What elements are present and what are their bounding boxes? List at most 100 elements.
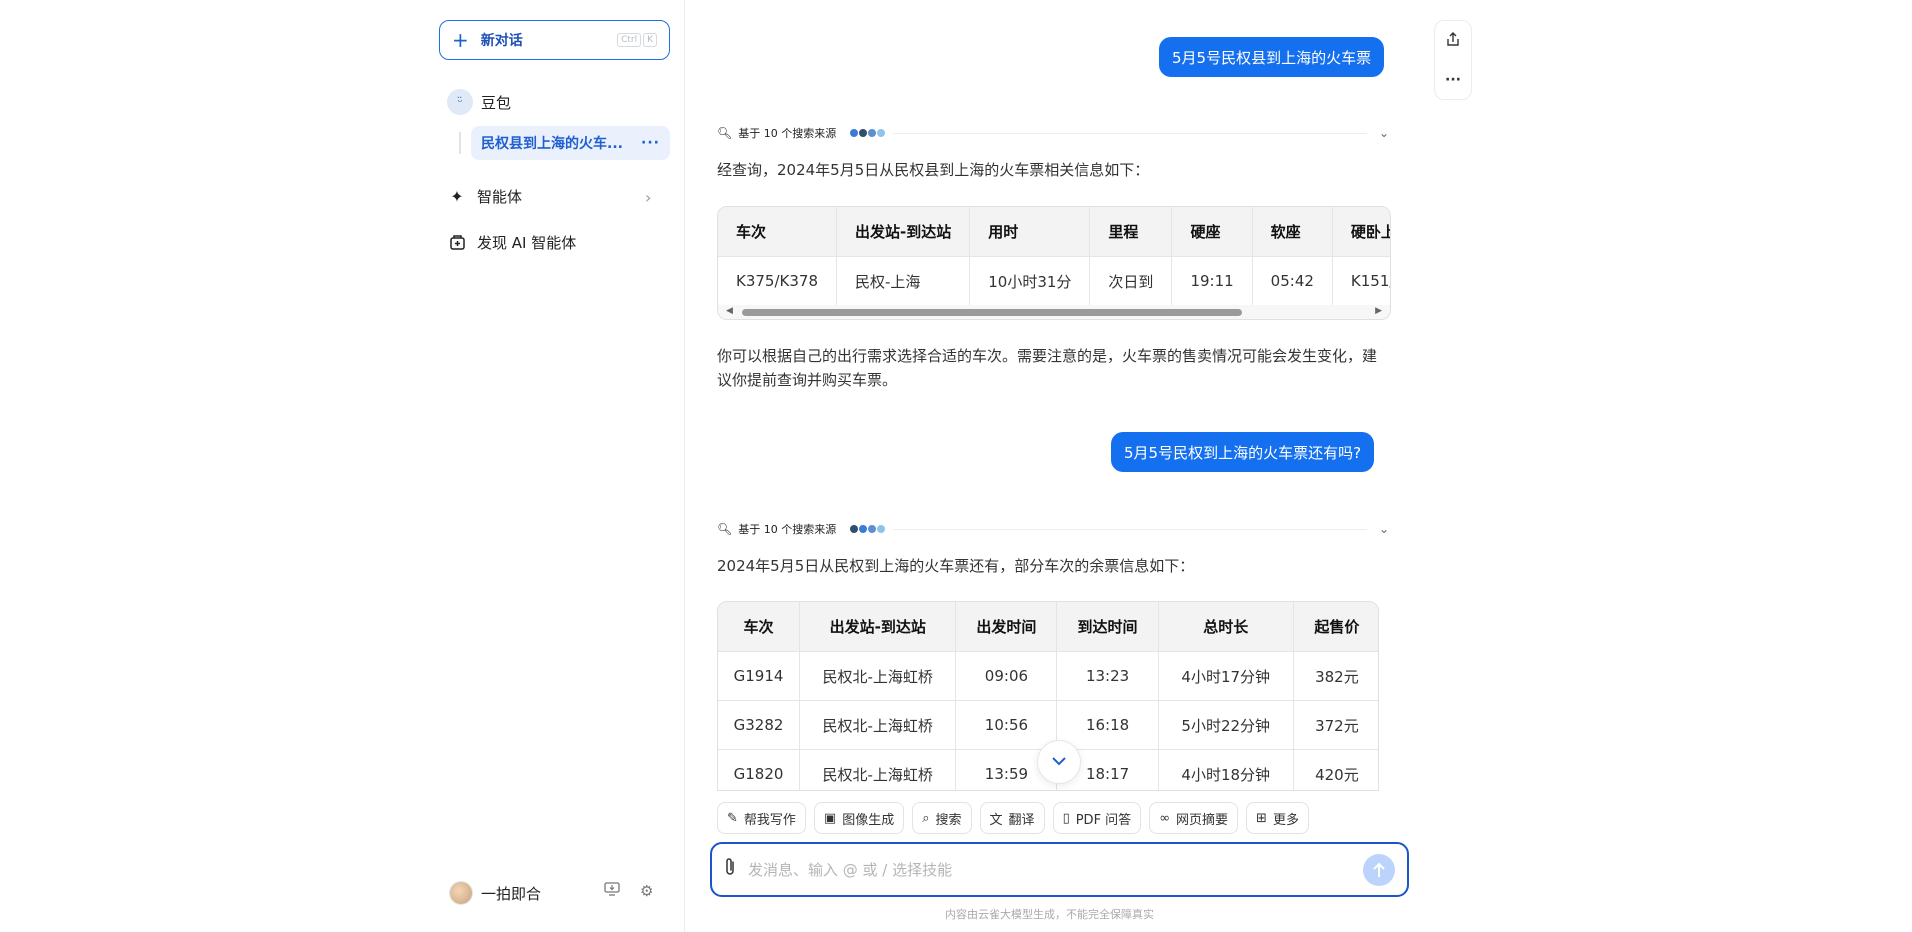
table-cell: 4小时18分钟 xyxy=(1157,749,1294,790)
table-cell: 05:42 xyxy=(1251,256,1333,306)
download-app-icon[interactable] xyxy=(604,882,620,900)
divider xyxy=(893,132,1367,134)
skill-label: 翻译 xyxy=(1008,812,1035,828)
message-input[interactable] xyxy=(748,860,1363,879)
sidebar-item-label: 豆包 xyxy=(481,93,512,112)
skill-translate-button[interactable]: 文 翻译 xyxy=(979,802,1045,834)
search-sources-row-1[interactable]: 🔍︎ 基于 10 个搜索来源 ⌄ xyxy=(717,125,1389,141)
skill-label: 网页摘要 xyxy=(1176,812,1229,828)
shortcut-hint: Ctrl K xyxy=(617,33,657,47)
table-cell: 382元 xyxy=(1292,651,1378,701)
book-icon: ▯ xyxy=(1062,810,1070,826)
user-name: 一拍即合 xyxy=(481,884,542,903)
user-tools: ⚙ xyxy=(604,882,653,900)
link-icon: ∞ xyxy=(1159,810,1171,826)
skill-label: 搜索 xyxy=(935,812,962,828)
table-header-row: 车次 出发站-到达站 出发时间 到达时间 总时长 起售价 xyxy=(718,602,1378,652)
chevron-right-icon: › xyxy=(645,188,652,207)
skill-search-button[interactable]: ⌕ 搜索 xyxy=(912,802,972,834)
table-cell: 13:23 xyxy=(1056,651,1159,701)
search-icon: 🔍︎ xyxy=(717,126,733,140)
table-row: K375/K378 民权-上海 10小时31分 次日到 19:11 05:42 … xyxy=(718,256,1390,306)
settings-gear-icon[interactable]: ⚙ xyxy=(640,882,653,900)
table-header: 出发站-到达站 xyxy=(835,207,971,257)
disclaimer: 内容由云雀大模型生成，不能完全保障真实 xyxy=(945,908,1154,921)
more-options-icon[interactable]: ··· xyxy=(641,135,660,151)
more-icon[interactable]: ··· xyxy=(1445,72,1461,88)
scroll-to-bottom-button[interactable] xyxy=(1037,740,1081,784)
table-cell: 09:06 xyxy=(955,651,1058,701)
skill-pdf-button[interactable]: ▯ PDF 问答 xyxy=(1052,802,1142,834)
doubao-avatar-icon: ᵕ̈ xyxy=(447,89,473,115)
skill-label: 更多 xyxy=(1272,812,1299,828)
chevron-down-icon[interactable]: ⌄ xyxy=(1379,126,1389,140)
sidebar-item-agents[interactable]: ✦ 智能体 xyxy=(447,186,522,207)
table-header: 车次 xyxy=(718,602,801,652)
skill-more-button[interactable]: ⊞ 更多 xyxy=(1246,802,1309,834)
table-header: 起售价 xyxy=(1292,602,1378,652)
table-cell: 民权北-上海虹桥 xyxy=(799,749,957,790)
send-button[interactable] xyxy=(1363,853,1395,886)
table-cell: 420元 xyxy=(1292,749,1378,790)
chevron-down-icon[interactable]: ⌄ xyxy=(1379,522,1389,536)
sidebar-item-label: 发现 AI 智能体 xyxy=(477,234,577,252)
skill-web-summary-button[interactable]: ∞ 网页摘要 xyxy=(1149,802,1239,834)
answer-2-intro: 2024年5月5日从民权到上海的火车票还有，部分车次的余票信息如下： xyxy=(717,557,1195,575)
table-header: 硬卧上 xyxy=(1331,207,1390,257)
source-favicons xyxy=(850,525,886,533)
message-input-box xyxy=(710,842,1409,897)
table-header: 车次 xyxy=(718,207,837,257)
share-icon[interactable] xyxy=(1446,31,1460,51)
shortcut-key-ctrl: Ctrl xyxy=(617,33,642,47)
table-header: 出发站-到达站 xyxy=(799,602,957,652)
thread-line xyxy=(459,132,461,154)
user-profile[interactable]: 一拍即合 xyxy=(449,881,541,905)
translate-icon: 文 xyxy=(989,812,1003,828)
table-cell: 5小时22分钟 xyxy=(1157,700,1294,750)
table-cell: 16:18 xyxy=(1056,700,1159,750)
skill-label: 图像生成 xyxy=(842,812,895,828)
user-avatar xyxy=(449,881,473,905)
sparkle-icon: ✦ xyxy=(450,187,464,206)
chevron-down-icon xyxy=(1052,754,1066,770)
sidebar-item-discover[interactable]: 发现 AI 智能体 xyxy=(447,232,576,253)
table-cell: G1914 xyxy=(718,651,801,701)
source-favicons xyxy=(850,129,886,137)
search-icon: 🔍︎ xyxy=(717,522,733,536)
divider xyxy=(893,528,1367,530)
table-header: 软座 xyxy=(1251,207,1333,257)
sources-label: 基于 10 个搜索来源 xyxy=(738,523,837,536)
scroll-right-icon[interactable]: ▶ xyxy=(1375,306,1382,316)
scrollbar-thumb[interactable] xyxy=(742,309,1242,316)
sidebar-item-label: 智能体 xyxy=(477,188,523,206)
table-cell: 民权-上海 xyxy=(835,256,971,306)
table-header: 用时 xyxy=(969,207,1091,257)
horizontal-scrollbar[interactable]: ◀ ▶ xyxy=(718,305,1390,319)
skills-bar: ✎ 帮我写作 ▣ 图像生成 ⌕ 搜索 文 翻译 ▯ PDF 问答 ∞ 网页摘要 … xyxy=(717,802,1309,834)
table-cell: 10小时31分 xyxy=(969,256,1091,306)
grid-icon: ⊞ xyxy=(1256,810,1267,826)
table-header: 到达时间 xyxy=(1056,602,1159,652)
pencil-icon: ✎ xyxy=(727,810,738,826)
skill-image-button[interactable]: ▣ 图像生成 xyxy=(813,802,905,834)
image-icon: ▣ xyxy=(823,810,837,826)
sidebar-chat-active[interactable]: 民权县到上海的火车... ··· xyxy=(471,126,670,160)
skill-label: PDF 问答 xyxy=(1075,812,1132,828)
table-header: 硬座 xyxy=(1171,207,1253,257)
answer-1-outro: 你可以根据自己的出行需求选择合适的车次。需要注意的是，火车票的售卖情况可能会发生… xyxy=(717,347,1378,389)
sources-label: 基于 10 个搜索来源 xyxy=(738,127,837,140)
right-toolbar: ··· xyxy=(1434,20,1472,100)
table-cell: K151/K xyxy=(1331,256,1390,306)
sidebar-item-doubao[interactable]: ᵕ̈ 豆包 xyxy=(447,89,511,115)
table-cell: 19:11 xyxy=(1171,256,1253,306)
table-cell: G1820 xyxy=(718,749,801,790)
new-chat-label: 新对话 xyxy=(480,33,523,49)
train-table-1: 车次 出发站-到达站 用时 里程 硬座 软座 硬卧上 K375/K378 民权-… xyxy=(717,206,1391,320)
attachment-icon[interactable] xyxy=(724,857,736,882)
skill-write-button[interactable]: ✎ 帮我写作 xyxy=(717,802,806,834)
scroll-left-icon[interactable]: ◀ xyxy=(726,306,733,316)
new-chat-button[interactable]: + 新对话 Ctrl K xyxy=(439,20,670,60)
user-message-1: 5月5号民权县到上海的火车票 xyxy=(1159,37,1385,77)
search-sources-row-2[interactable]: 🔍︎ 基于 10 个搜索来源 ⌄ xyxy=(717,521,1389,537)
search-icon: ⌕ xyxy=(922,810,930,826)
